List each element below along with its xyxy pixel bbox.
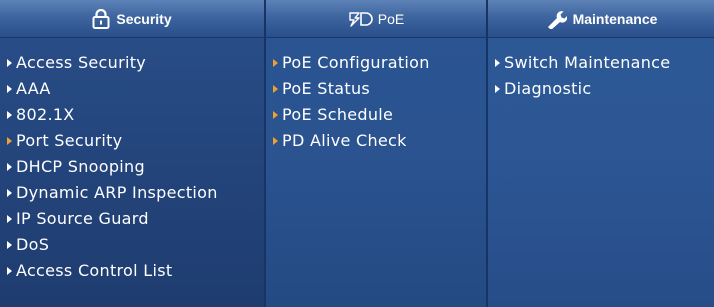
security-menu-list: Access Security AAA 802.1X Port Security… [0,38,264,283]
security-header[interactable]: Security [0,0,264,38]
menu-item-label: 802.1X [16,104,75,124]
arrow-right-icon [273,111,278,119]
menu-item-aaa[interactable]: AAA [7,75,264,101]
menu-item-label: Dynamic ARP Inspection [16,182,218,202]
security-column: Security Access Security AAA 802.1X Port… [0,0,264,307]
menu-item-label: Switch Maintenance [504,52,671,72]
security-title: Security [116,10,172,27]
arrow-right-icon [7,241,12,249]
menu-item-label: Access Control List [16,260,173,280]
menu-item-label: DHCP Snooping [16,156,145,176]
arrow-right-icon [7,137,12,145]
menu-item-label: Diagnostic [504,78,592,98]
poe-column: PoE PoE Configuration PoE Status PoE Sch… [266,0,486,307]
arrow-right-icon [273,137,278,145]
mega-menu: Security Access Security AAA 802.1X Port… [0,0,714,307]
wrench-icon [545,9,567,29]
menu-item-label: Access Security [16,52,147,72]
maintenance-menu-list: Switch Maintenance Diagnostic [488,38,714,101]
arrow-right-icon [495,85,500,93]
arrow-right-icon [7,215,12,223]
menu-item-diagnostic[interactable]: Diagnostic [495,75,714,101]
menu-item-ip-source-guard[interactable]: IP Source Guard [7,205,264,231]
arrow-right-icon [273,59,278,67]
poe-menu-list: PoE Configuration PoE Status PoE Schedul… [266,38,486,153]
menu-item-label: IP Source Guard [16,208,149,228]
menu-item-pd-alive-check[interactable]: PD Alive Check [273,127,486,153]
menu-item-poe-schedule[interactable]: PoE Schedule [273,101,486,127]
arrow-right-icon [7,267,12,275]
menu-item-label: DoS [16,234,50,254]
arrow-right-icon [7,111,12,119]
padlock-icon [92,8,110,29]
menu-item-poe-status[interactable]: PoE Status [273,75,486,101]
maintenance-title: Maintenance [572,10,658,27]
poe-title: PoE [377,10,405,27]
maintenance-header[interactable]: Maintenance [488,0,714,38]
menu-item-poe-configuration[interactable]: PoE Configuration [273,49,486,75]
arrow-right-icon [273,85,278,93]
arrow-right-icon [495,59,500,67]
arrow-right-icon [7,59,12,67]
menu-item-8021x[interactable]: 802.1X [7,101,264,127]
menu-item-label: Port Security [16,130,123,150]
menu-item-access-control-list[interactable]: Access Control List [7,257,264,283]
maintenance-column: Maintenance Switch Maintenance Diagnosti… [488,0,714,307]
menu-item-label: PoE Schedule [282,104,394,124]
menu-item-access-security[interactable]: Access Security [7,49,264,75]
poe-header[interactable]: PoE [266,0,486,38]
menu-item-label: PoE Configuration [282,52,430,72]
poe-icon [348,10,374,28]
arrow-right-icon [7,189,12,197]
menu-item-dhcp-snooping[interactable]: DHCP Snooping [7,153,264,179]
menu-item-label: PoE Status [282,78,371,98]
arrow-right-icon [7,85,12,93]
arrow-right-icon [7,163,12,171]
menu-item-label: AAA [16,78,51,98]
menu-item-label: PD Alive Check [282,130,407,150]
menu-item-switch-maintenance[interactable]: Switch Maintenance [495,49,714,75]
menu-item-port-security[interactable]: Port Security [7,127,264,153]
menu-item-dynamic-arp-inspection[interactable]: Dynamic ARP Inspection [7,179,264,205]
menu-item-dos[interactable]: DoS [7,231,264,257]
